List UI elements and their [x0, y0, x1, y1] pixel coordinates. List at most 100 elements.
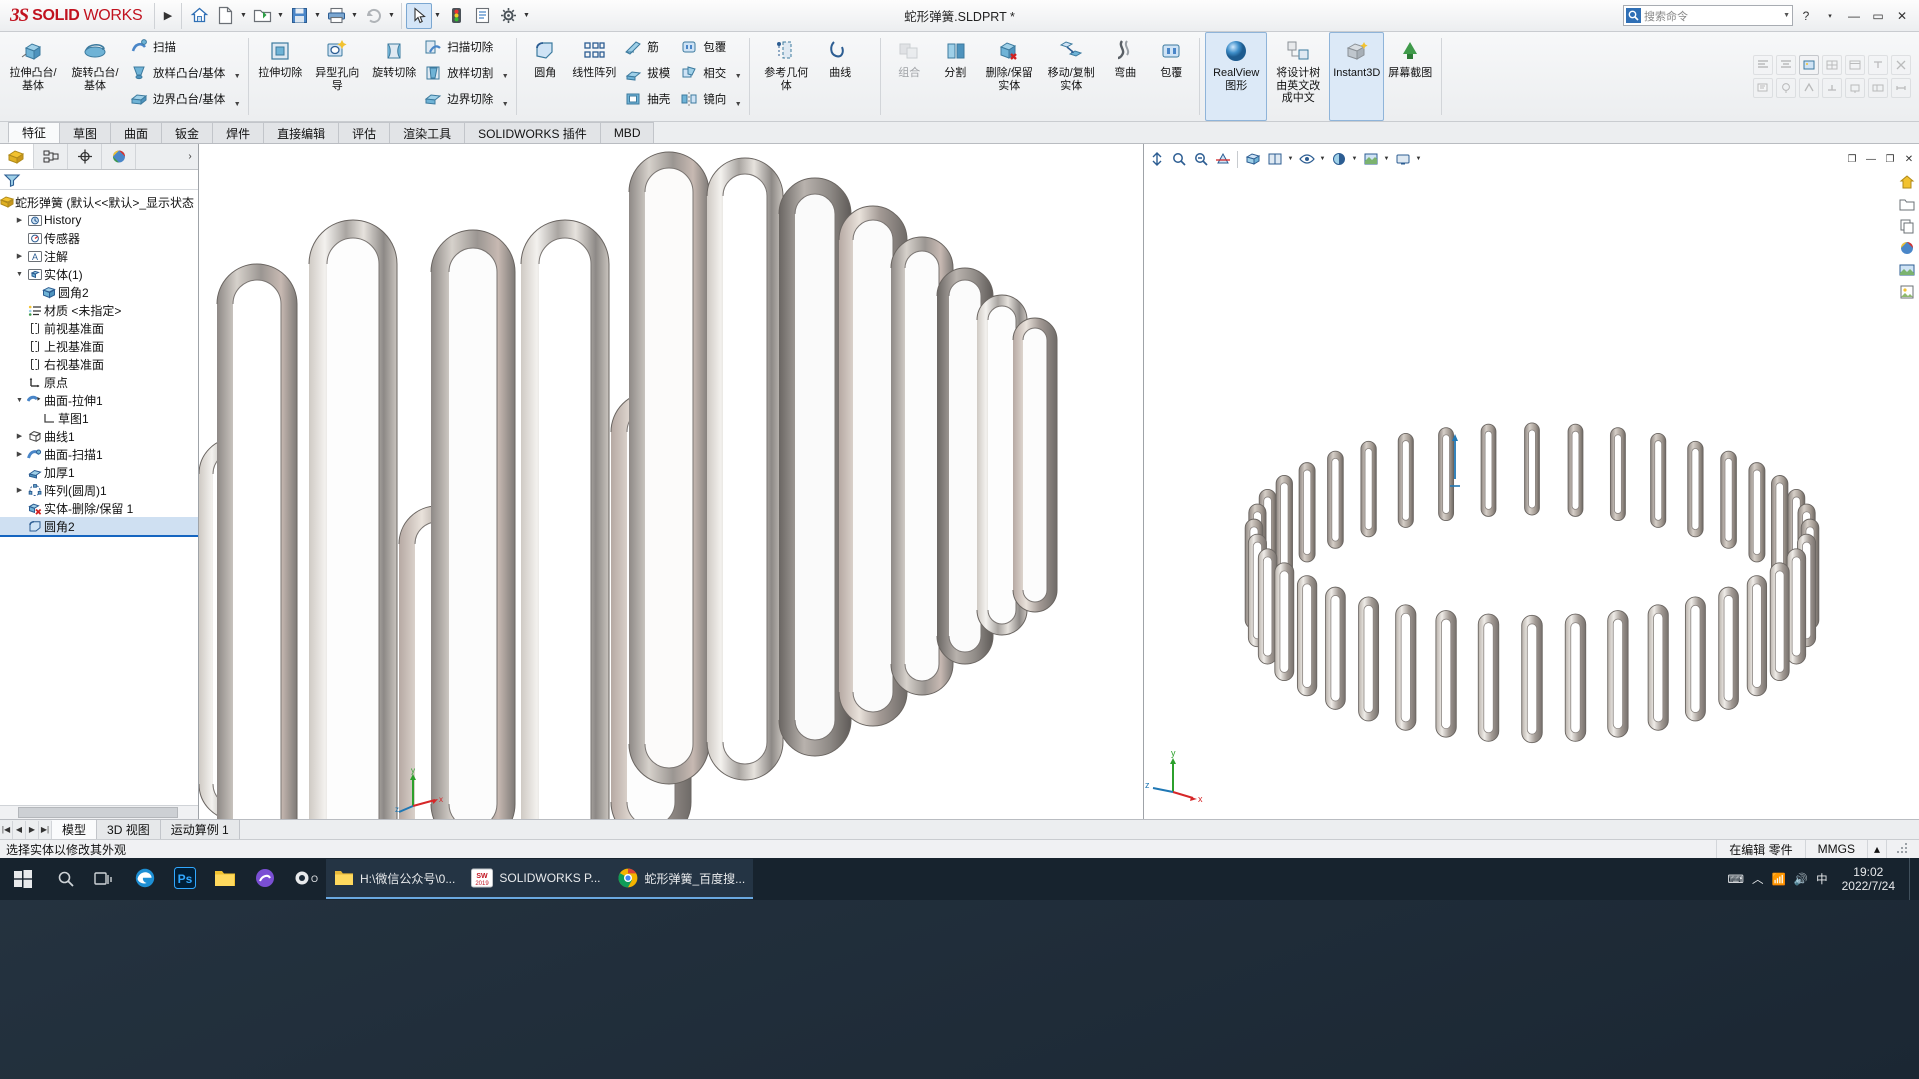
tab-render-tools[interactable]: 渲染工具 [389, 122, 466, 143]
surface-finish-icon[interactable] [1799, 78, 1819, 98]
close-button[interactable]: ✕ [1891, 5, 1913, 27]
swept-cut-button[interactable]: 扫描切除 [420, 34, 499, 60]
caret[interactable] [863, 38, 875, 116]
minimize-button[interactable]: ― [1843, 5, 1865, 27]
hole-wizard-button[interactable]: 异型孔向导 [306, 32, 368, 121]
tree-horizontal-scrollbar[interactable] [0, 805, 198, 819]
draft-button[interactable]: 拔模 [620, 60, 676, 86]
zoom-to-area-icon[interactable] [1168, 148, 1189, 170]
caret[interactable] [231, 35, 243, 61]
tabs-next-button[interactable]: ▶ [26, 820, 39, 839]
sweep-button[interactable]: 扫描 [126, 34, 231, 60]
appearances-icon[interactable] [1897, 238, 1917, 258]
instant3d-button[interactable]: Instant3D [1329, 32, 1385, 121]
task-view-button[interactable] [86, 859, 126, 899]
tab-solidworks-addins[interactable]: SOLIDWORKS 插件 [464, 122, 601, 143]
network-icon[interactable]: 📶 [1771, 872, 1785, 886]
flex-button[interactable]: 弯曲 [1102, 32, 1148, 121]
panel-expand-arrow[interactable]: › [182, 144, 198, 169]
hide-show-items-icon[interactable] [1296, 148, 1317, 170]
lofted-cut-button[interactable]: 放样切割 [420, 60, 499, 86]
dimension-icon[interactable] [1891, 78, 1911, 98]
tabs-first-button[interactable]: |◀ [0, 820, 13, 839]
doc-restore-icon[interactable]: ❐ [1881, 150, 1899, 168]
configuration-manager-tab[interactable] [68, 144, 102, 169]
options-gear-icon[interactable] [495, 3, 521, 29]
scene-caret[interactable]: ▼ [1382, 148, 1391, 170]
reference-geometry-button[interactable]: 参考几何体 [755, 32, 817, 121]
print-caret[interactable]: ▼ [349, 3, 360, 29]
tab-features[interactable]: 特征 [8, 122, 61, 143]
wechat-folder-button[interactable]: H:\微信公众号\0... [326, 859, 464, 899]
feature-manager-tab[interactable] [0, 144, 34, 169]
fillet-button[interactable]: 圆角 [522, 32, 568, 121]
shell-button[interactable]: 抽壳 [620, 86, 676, 112]
new-document-icon[interactable] [212, 3, 238, 29]
tree-item[interactable]: 圆角2 [0, 517, 198, 535]
tree-expand-arrow[interactable]: ▶ [14, 432, 25, 440]
menu-expand-arrow[interactable]: ▶ [159, 9, 177, 22]
undo-icon[interactable] [360, 3, 386, 29]
section-view-icon[interactable] [1212, 148, 1233, 170]
windows-start-icon[interactable] [0, 858, 46, 900]
print-icon[interactable] [323, 3, 349, 29]
home-view-icon[interactable] [1897, 172, 1917, 192]
tree-item[interactable]: 传感器 [0, 229, 198, 247]
tab-mbd[interactable]: MBD [599, 122, 655, 143]
tree-item[interactable]: ▶ History [0, 211, 198, 229]
rebuild-icon[interactable] [443, 3, 469, 29]
tab-surfaces[interactable]: 曲面 [110, 122, 163, 143]
hide-show-caret[interactable]: ▼ [1318, 148, 1327, 170]
tray-up-icon[interactable]: ︿ [1752, 871, 1764, 887]
boundary-cut-button[interactable]: 边界切除 [420, 86, 499, 112]
property-manager-tab[interactable] [34, 144, 68, 169]
new-folder-icon[interactable] [1897, 194, 1917, 214]
app5-button[interactable] [246, 859, 286, 899]
save-icon[interactable] [286, 3, 312, 29]
revolve-boss-button[interactable]: 旋转凸台/基体 [64, 32, 126, 121]
options-caret[interactable]: ▼ [521, 3, 532, 29]
show-desktop-button[interactable] [1909, 858, 1915, 900]
weld-symbol-icon[interactable] [1822, 78, 1842, 98]
volume-icon[interactable]: 🔊 [1794, 872, 1808, 886]
explorer-button[interactable] [206, 859, 246, 899]
tabs-last-button[interactable]: ▶| [39, 820, 52, 839]
tab-weldments[interactable]: 焊件 [212, 122, 265, 143]
wrap-button[interactable]: 包覆 [676, 34, 732, 60]
wrap-body-button[interactable]: 包覆 [1148, 32, 1194, 121]
tabs-prev-button[interactable]: ◀ [13, 820, 26, 839]
tree-item[interactable]: ▶ 曲线1 [0, 427, 198, 445]
tree-item[interactable]: 圆角2 [0, 283, 198, 301]
taskbar-search-icon[interactable] [46, 858, 86, 900]
tree-expand-arrow[interactable]: ▶ [14, 486, 25, 494]
scenes-icon[interactable] [1897, 260, 1917, 280]
tab-sketch[interactable]: 草图 [59, 122, 112, 143]
tree-item[interactable]: ▶ 阵列(圆周)1 [0, 481, 198, 499]
tree-filter-bar[interactable] [0, 170, 198, 190]
display-style-caret[interactable]: ▼ [1286, 148, 1295, 170]
decals-icon[interactable] [1897, 282, 1917, 302]
open-caret[interactable]: ▼ [275, 3, 286, 29]
units-caret[interactable]: ▴ [1866, 839, 1886, 859]
tree-item[interactable]: 上视基准面 [0, 337, 198, 355]
datum-icon[interactable] [1845, 78, 1865, 98]
tree-item[interactable]: ▶ 曲面-扫描1 [0, 445, 198, 463]
realview-button[interactable]: RealView 图形 [1205, 32, 1268, 121]
tab-model[interactable]: 模型 [52, 820, 98, 839]
scroll-thumb[interactable] [18, 807, 178, 818]
tree-item[interactable]: 实体-删除/保留 1 [0, 499, 198, 517]
table-icon[interactable] [1845, 55, 1865, 75]
tab-3d-views[interactable]: 3D 视图 [97, 820, 161, 839]
units-indicator[interactable]: MMGS [1804, 839, 1867, 859]
doc-minimize-icon[interactable]: ― [1862, 150, 1880, 168]
resize-grip[interactable] [1886, 839, 1919, 859]
taskbar-clock[interactable]: 19:02 2022/7/24 [1836, 865, 1901, 893]
rib-button[interactable]: 筋 [620, 34, 676, 60]
keyboard-icon[interactable]: ⌨ [1727, 872, 1744, 886]
combine-button[interactable]: 组合 [886, 32, 932, 121]
ime-icon[interactable]: 中 [1816, 871, 1828, 887]
tree-item[interactable]: ▼ 曲面-拉伸1 [0, 391, 198, 409]
tree-root-item[interactable]: 蛇形弹簧 (默认<<默认>_显示状态 1>) [0, 193, 198, 211]
zoom-to-fit-icon[interactable] [1146, 148, 1167, 170]
open-icon[interactable] [249, 3, 275, 29]
